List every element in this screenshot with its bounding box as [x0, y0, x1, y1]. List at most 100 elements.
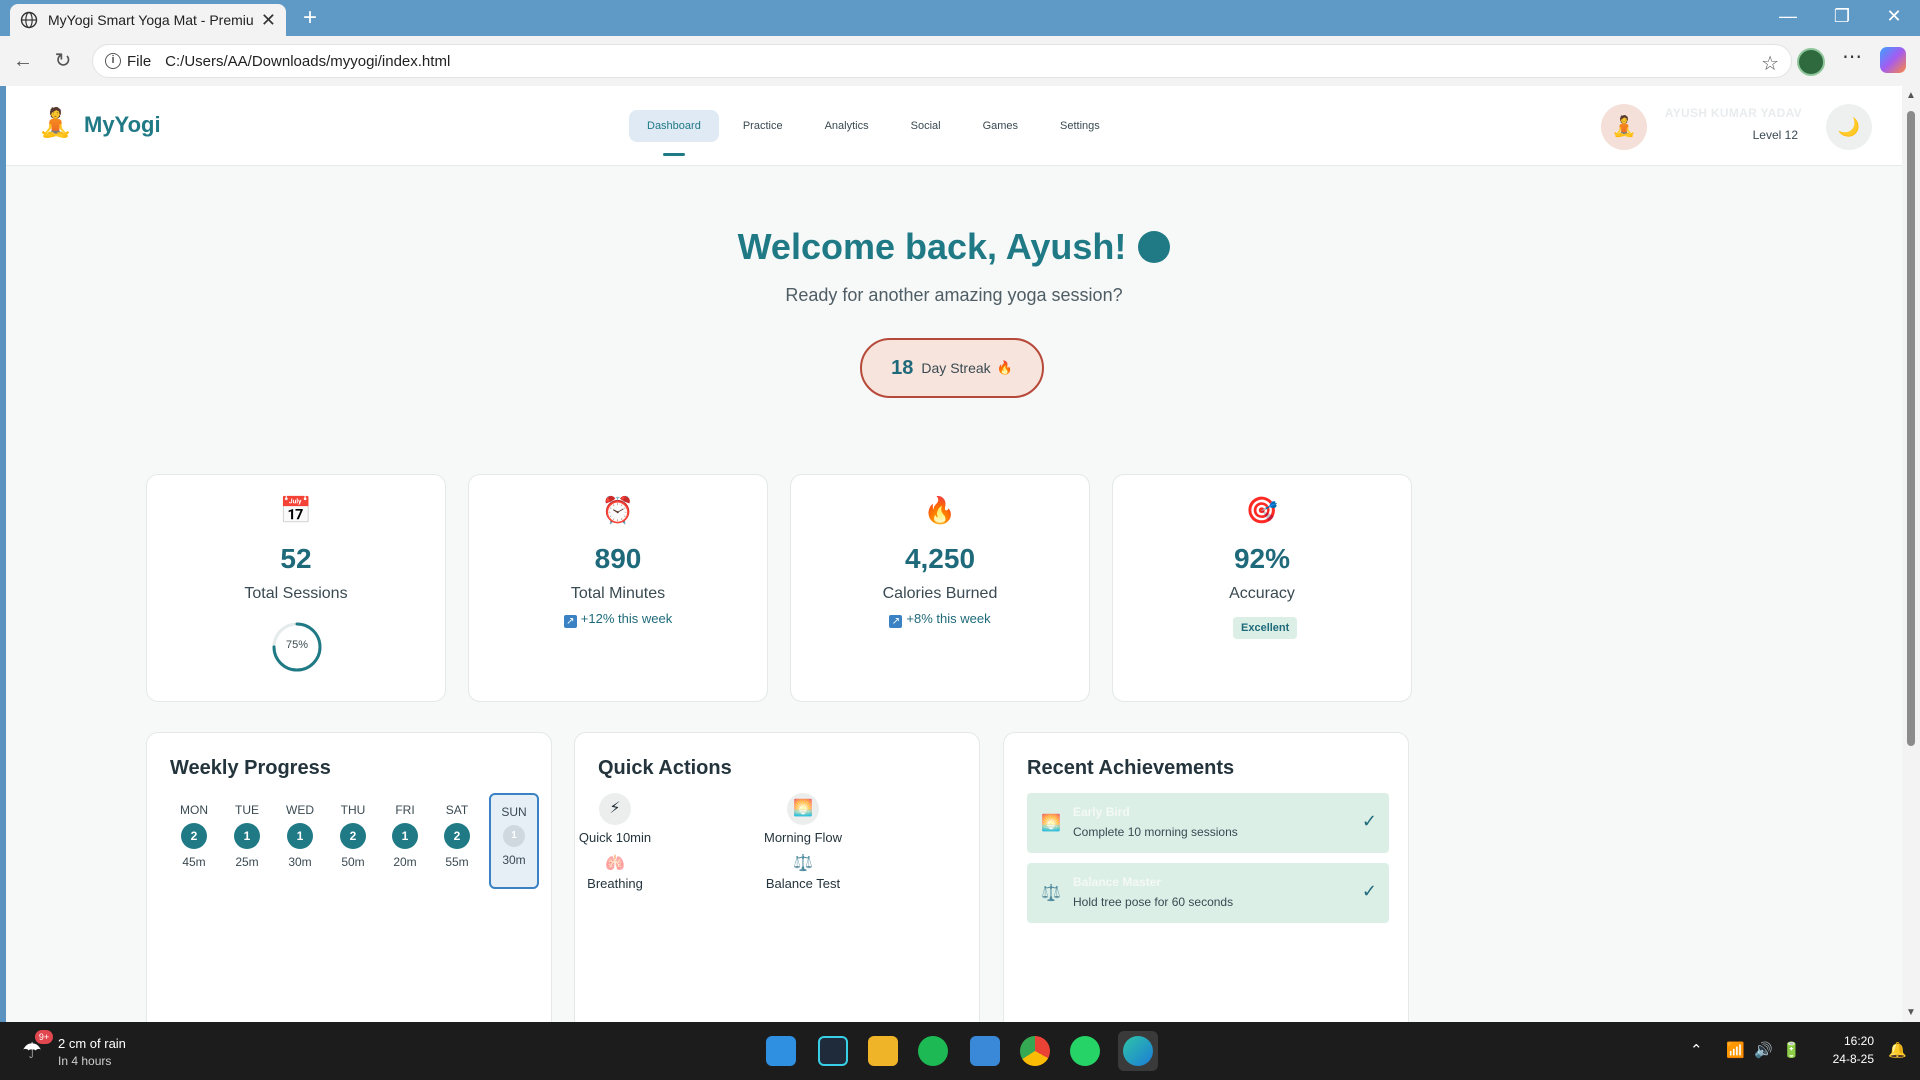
streak-label: Day Streak: [921, 360, 991, 376]
stat-trend: ↗ +8% this week: [791, 611, 1089, 628]
breathing-button[interactable]: 🫁 Breathing: [575, 855, 655, 891]
day-name: MON: [180, 803, 208, 817]
nav-social[interactable]: Social: [893, 110, 959, 142]
theme-toggle-button[interactable]: 🌙: [1826, 104, 1872, 150]
clock-time: 16:20: [1843, 1034, 1874, 1048]
day-minutes: 45m: [182, 855, 206, 869]
alarm-clock-icon: ⏰: [601, 495, 635, 525]
chevron-up-icon[interactable]: ⌃: [1690, 1041, 1703, 1059]
day-count: 1: [392, 823, 418, 849]
clock-date: 24-8-25: [1832, 1052, 1874, 1066]
reload-icon[interactable]: ↻: [50, 48, 76, 74]
day-thu[interactable]: THU 2 50m: [328, 803, 378, 869]
file-explorer-icon[interactable]: [868, 1036, 898, 1066]
app-icon[interactable]: [818, 1036, 848, 1066]
app-logo-text[interactable]: MyYogi: [84, 112, 161, 138]
day-sat[interactable]: SAT 2 55m: [432, 803, 482, 869]
browser-tab[interactable]: MyYogi Smart Yoga Mat - Premium ✕: [10, 4, 286, 36]
bookmark-star-icon[interactable]: ☆: [1761, 51, 1779, 76]
welcome-subtitle: Ready for another amazing yoga session?: [785, 285, 1123, 305]
day-sun-today[interactable]: SUN 1 30m: [489, 793, 539, 889]
info-icon[interactable]: i: [105, 53, 121, 69]
nav-dashboard[interactable]: Dashboard: [629, 110, 719, 156]
stat-label: Accuracy: [1229, 585, 1295, 602]
battery-icon[interactable]: 🔋: [1782, 1041, 1801, 1059]
balance-scale-icon: ⚖️: [1041, 885, 1061, 902]
achievement-item[interactable]: 🌅 Early Bird Complete 10 morning session…: [1027, 793, 1389, 853]
start-windows-icon[interactable]: [766, 1036, 796, 1066]
day-fri[interactable]: FRI 1 20m: [380, 803, 430, 869]
copilot-icon[interactable]: [1880, 47, 1906, 73]
morning-flow-button[interactable]: 🌅 Morning Flow: [763, 793, 843, 845]
nav-settings[interactable]: Settings: [1042, 110, 1118, 142]
achievement-item[interactable]: ⚖️ Balance Master Hold tree pose for 60 …: [1027, 863, 1389, 923]
scrollbar-thumb[interactable]: [1907, 111, 1915, 746]
day-minutes: 20m: [393, 855, 417, 869]
lungs-icon: 🫁: [605, 855, 625, 872]
moon-icon: 🌙: [1837, 117, 1861, 137]
nav-analytics[interactable]: Analytics: [807, 110, 887, 142]
page-scrollbar[interactable]: ▲ ▼: [1902, 86, 1920, 1022]
volume-icon[interactable]: 🔊: [1754, 1041, 1773, 1059]
url-text[interactable]: C:/Users/AA/Downloads/myyogi/index.html: [165, 53, 450, 70]
stat-card-sessions[interactable]: 📅 52 Total Sessions 75%: [146, 474, 446, 702]
quick-10min-button[interactable]: ⚡ Quick 10min: [575, 793, 655, 845]
profile-avatar[interactable]: [1797, 48, 1825, 76]
minimize-icon[interactable]: —: [1768, 6, 1808, 27]
stat-label: Total Sessions: [244, 585, 348, 602]
app-header: 🧘 MyYogi Dashboard Practice Analytics So…: [6, 86, 1902, 166]
photos-icon[interactable]: [970, 1036, 1000, 1066]
more-menu-icon[interactable]: ⋯: [1842, 44, 1862, 69]
weather-text[interactable]: 2 cm of rain: [58, 1036, 126, 1051]
day-minutes: 50m: [341, 855, 365, 869]
trend-text: +12% this week: [580, 611, 673, 626]
notifications-bell-icon[interactable]: 🔔: [1888, 1041, 1907, 1059]
sunrise-icon: 🌅: [1041, 815, 1061, 832]
close-window-icon[interactable]: ✕: [1874, 6, 1914, 27]
weather-subtext: In 4 hours: [58, 1054, 112, 1068]
achievements-panel: Recent Achievements 🌅 Early Bird Complet…: [1003, 732, 1409, 1022]
wifi-icon[interactable]: 📶: [1726, 1041, 1745, 1059]
stat-value: 890: [594, 543, 642, 574]
stat-card-minutes[interactable]: ⏰ 890 Total Minutes ↗ +12% this week: [468, 474, 768, 702]
clock[interactable]: 16:20 24-8-25: [1818, 1032, 1874, 1068]
scroll-up-icon[interactable]: ▲: [1906, 90, 1916, 101]
achievement-desc: Hold tree pose for 60 seconds: [1073, 895, 1234, 909]
trend-up-icon: ↗: [563, 615, 577, 628]
new-tab-button[interactable]: +: [296, 4, 324, 32]
restore-icon[interactable]: ❐: [1822, 6, 1862, 27]
day-tue[interactable]: TUE 1 25m: [222, 803, 272, 869]
day-wed[interactable]: WED 1 30m: [275, 803, 325, 869]
stat-value: 4,250: [904, 543, 976, 574]
nav-games[interactable]: Games: [965, 110, 1036, 142]
edge-taskbar-button[interactable]: [1118, 1031, 1158, 1071]
day-count: 2: [444, 823, 470, 849]
scroll-down-icon[interactable]: ▼: [1906, 1007, 1916, 1018]
achievement-name: Early Bird: [1073, 805, 1130, 819]
whatsapp-icon[interactable]: [1070, 1036, 1100, 1066]
user-level: Level 12: [1752, 128, 1798, 142]
stat-trend: ↗ +12% this week: [469, 611, 767, 628]
user-avatar[interactable]: 🧘: [1601, 104, 1647, 150]
day-name: FRI: [395, 803, 415, 817]
close-tab-icon[interactable]: ✕: [261, 10, 276, 31]
address-bar[interactable]: i File C:/Users/AA/Downloads/myyogi/inde…: [92, 44, 1792, 78]
back-icon[interactable]: ←: [10, 48, 36, 74]
day-mon[interactable]: MON 2 45m: [169, 803, 219, 869]
welcome-text: Welcome back, Ayush!: [737, 226, 1127, 267]
stat-card-calories[interactable]: 🔥 4,250 Calories Burned ↗ +8% this week: [790, 474, 1090, 702]
day-minutes: 25m: [235, 855, 259, 869]
balance-test-button[interactable]: ⚖️ Balance Test: [763, 855, 843, 891]
check-icon: ✓: [1361, 811, 1377, 831]
streak-badge[interactable]: 18 Day Streak 🔥: [860, 338, 1044, 398]
user-name: AYUSH KUMAR YADAV: [1664, 106, 1802, 120]
tab-title: MyYogi Smart Yoga Mat - Premium: [48, 12, 253, 28]
nav-practice[interactable]: Practice: [725, 110, 801, 142]
spotify-icon[interactable]: [918, 1036, 948, 1066]
chrome-icon[interactable]: [1020, 1036, 1050, 1066]
action-label: Quick 10min: [578, 830, 652, 845]
panel-title: Recent Achievements: [1027, 757, 1235, 779]
stat-card-accuracy[interactable]: 🎯 92% Accuracy Excellent: [1112, 474, 1412, 702]
calendar-icon: 📅: [279, 495, 313, 525]
day-name: THU: [340, 803, 366, 817]
